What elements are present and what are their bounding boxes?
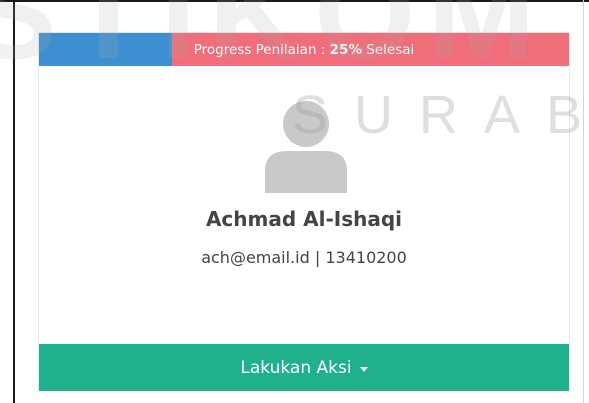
student-email: ach@email.id	[201, 248, 310, 267]
student-name: Achmad Al-Ishaqi	[205, 207, 403, 231]
user-silhouette-icon	[261, 97, 351, 193]
screenshot-frame-left	[13, 0, 15, 403]
student-card: Progress Penilaian : 25% Selesai Achmad …	[38, 32, 570, 391]
screenshot-frame-right	[583, 0, 584, 403]
progress-label-prefix: Progress Penilaian :	[193, 41, 330, 58]
assessment-progress-bar: Progress Penilaian : 25% Selesai	[39, 33, 569, 66]
action-button-label: Lakukan Aksi	[240, 357, 352, 378]
contact-separator: |	[314, 248, 321, 267]
student-contact: ach@email.id | 13410200	[39, 248, 569, 267]
progress-label: Progress Penilaian : 25% Selesai	[39, 33, 569, 66]
caret-down-icon	[359, 366, 368, 372]
progress-percent: 25%	[329, 41, 362, 58]
screenshot-frame-top	[0, 0, 589, 2]
action-dropdown-button[interactable]: Lakukan Aksi	[39, 344, 569, 391]
progress-label-suffix: Selesai	[361, 41, 415, 58]
student-id: 13410200	[325, 248, 407, 267]
